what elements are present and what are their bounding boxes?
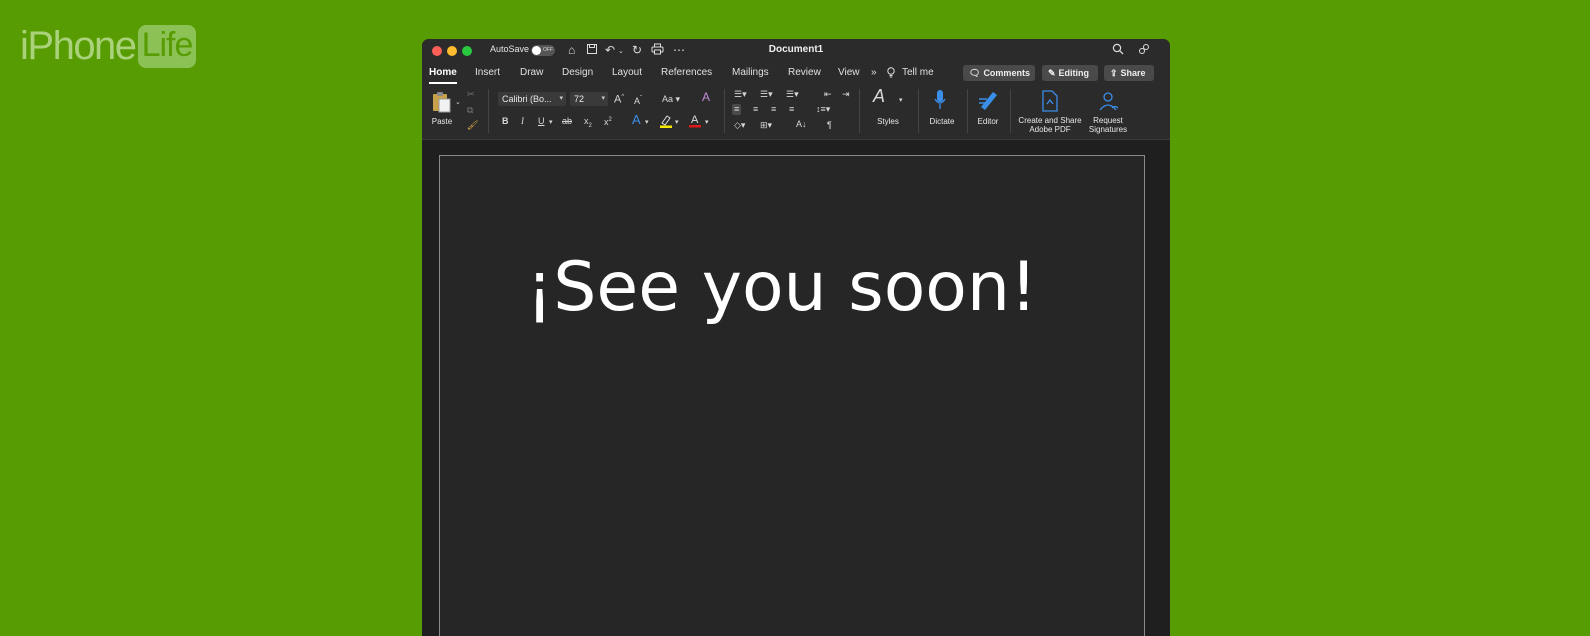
sort-icon[interactable]: A↓: [796, 119, 807, 130]
change-case-icon[interactable]: Aa ▾: [662, 94, 680, 105]
bullets-icon[interactable]: ☰▾: [734, 89, 747, 100]
editing-button[interactable]: ✎ Editing: [1042, 65, 1098, 81]
iphonelife-logo: iPhone Life: [20, 24, 197, 69]
lightbulb-icon: [886, 67, 896, 81]
create-share-line2: Adobe PDF: [1029, 125, 1071, 134]
grow-font-icon[interactable]: A^: [614, 92, 624, 106]
font-name-value: Calibri (Bo...: [502, 94, 552, 104]
dictate-label: Dictate: [929, 117, 955, 126]
line-spacing-icon[interactable]: ↕≡▾: [816, 104, 830, 115]
share-button[interactable]: ⇪ Share: [1104, 65, 1154, 81]
text-effects-icon[interactable]: A: [632, 113, 641, 126]
numbering-icon[interactable]: ☰▾: [760, 89, 773, 100]
copy-icon[interactable]: ⧉: [467, 105, 473, 116]
paste-dropdown-icon[interactable]: ⌄: [455, 97, 461, 108]
tab-mailings[interactable]: Mailings: [732, 67, 769, 78]
home-ribbon: ⌄ Paste ✂ ⧉ 🖌 Calibri (Bo... ▾ 72 ▾ A^ A…: [422, 85, 1170, 140]
show-paragraph-marks-icon[interactable]: ¶: [827, 120, 832, 131]
ribbon-separator: [859, 89, 860, 133]
chevron-down-icon: ▾: [559, 95, 563, 102]
search-icon[interactable]: [1112, 43, 1124, 58]
superscript-button[interactable]: x2: [604, 115, 612, 128]
comments-label: Comments: [983, 68, 1030, 78]
svg-text:A: A: [691, 114, 699, 126]
share-label: Share: [1120, 68, 1146, 78]
italic-button[interactable]: I: [521, 116, 524, 127]
tell-me-search[interactable]: Tell me: [902, 67, 934, 78]
bold-button[interactable]: B: [502, 116, 509, 127]
strikethrough-button[interactable]: ab: [562, 116, 572, 127]
shrink-font-icon[interactable]: Aˇ: [634, 94, 642, 107]
ribbon-separator: [967, 89, 968, 133]
underline-dropdown-icon[interactable]: ▾: [549, 117, 553, 128]
styles-icon[interactable]: A: [873, 87, 885, 105]
font-size-combo[interactable]: 72 ▾: [570, 92, 608, 106]
tab-home[interactable]: Home: [429, 67, 457, 78]
font-color-dropdown-icon[interactable]: ▾: [705, 117, 709, 128]
format-painter-icon[interactable]: 🖌: [467, 120, 478, 131]
editor-icon[interactable]: [977, 89, 999, 114]
styles-dropdown-icon[interactable]: ▾: [899, 95, 903, 106]
logo-iphone-text: iPhone: [20, 24, 137, 68]
document-page[interactable]: ¡See you soon!: [439, 155, 1145, 636]
align-center-button[interactable]: ≡: [753, 104, 758, 115]
font-name-combo[interactable]: Calibri (Bo... ▾: [498, 92, 566, 106]
text-effects-dropdown-icon[interactable]: ▾: [645, 117, 649, 128]
ribbon-separator: [1010, 89, 1011, 133]
request-signatures-label: Request Signatures: [1082, 116, 1134, 134]
paste-label: Paste: [431, 117, 453, 126]
highlight-icon[interactable]: [659, 114, 673, 131]
cut-icon[interactable]: ✂: [467, 89, 475, 100]
request-line1: Request: [1093, 116, 1123, 125]
font-color-icon[interactable]: A: [688, 113, 702, 131]
more-tabs-icon[interactable]: »: [871, 67, 877, 78]
request-line2: Signatures: [1088, 125, 1128, 134]
logo-life-badge: Life: [137, 25, 197, 68]
align-right-button[interactable]: ≡: [771, 104, 776, 115]
tab-review[interactable]: Review: [788, 67, 821, 78]
tab-draw[interactable]: Draw: [520, 67, 543, 78]
tab-design[interactable]: Design: [562, 67, 593, 78]
share-icon: ⇪: [1110, 67, 1118, 78]
microphone-icon[interactable]: [934, 89, 946, 114]
ribbon-separator: [724, 89, 725, 133]
pencil-icon: ✎: [1048, 67, 1056, 78]
justify-button[interactable]: ≡: [789, 104, 794, 115]
editor-label: Editor: [977, 117, 999, 126]
chevron-down-icon: ▾: [601, 95, 605, 102]
comments-button[interactable]: 🗨 Comments: [963, 65, 1035, 81]
underline-button[interactable]: U: [538, 116, 545, 127]
styles-label: Styles: [877, 117, 899, 126]
document-body-text[interactable]: ¡See you soon!: [526, 248, 1037, 327]
increase-indent-icon[interactable]: ⇥: [842, 89, 850, 100]
create-share-line1: Create and Share: [1018, 116, 1082, 125]
multilevel-list-icon[interactable]: ☰▾: [786, 89, 799, 100]
clear-formatting-icon[interactable]: A: [702, 91, 710, 103]
account-icon[interactable]: [1138, 43, 1151, 58]
highlight-dropdown-icon[interactable]: ▾: [675, 117, 679, 128]
ribbon-tab-bar: Home Insert Draw Design Layout Reference…: [422, 63, 1170, 85]
tab-insert[interactable]: Insert: [475, 67, 500, 78]
comment-icon: 🗨: [969, 67, 981, 78]
create-pdf-icon[interactable]: [1041, 90, 1059, 115]
decrease-indent-icon[interactable]: ⇤: [824, 89, 832, 100]
document-title: Document1: [768, 44, 824, 55]
shading-icon[interactable]: ◇▾: [734, 120, 745, 131]
request-signatures-icon[interactable]: [1098, 90, 1120, 115]
tab-view[interactable]: View: [838, 67, 860, 78]
paste-button[interactable]: [431, 91, 455, 116]
active-tab-indicator: [429, 82, 457, 84]
create-share-pdf-label: Create and Share Adobe PDF: [1012, 116, 1088, 134]
subscript-button[interactable]: x2: [584, 116, 592, 132]
tab-layout[interactable]: Layout: [612, 67, 642, 78]
align-left-button[interactable]: ≡: [732, 104, 742, 115]
title-bar: AutoSave OFF ⌂ ↶ ⌄ ↻ ⋯ Document1: [422, 39, 1170, 63]
font-size-value: 72: [574, 94, 585, 104]
ribbon-separator: [918, 89, 919, 133]
borders-icon[interactable]: ⊞▾: [760, 120, 772, 131]
tab-references[interactable]: References: [661, 67, 712, 78]
word-window: AutoSave OFF ⌂ ↶ ⌄ ↻ ⋯ Document1 Home In…: [422, 39, 1170, 636]
ribbon-separator: [488, 89, 489, 133]
editing-label: Editing: [1058, 68, 1090, 78]
